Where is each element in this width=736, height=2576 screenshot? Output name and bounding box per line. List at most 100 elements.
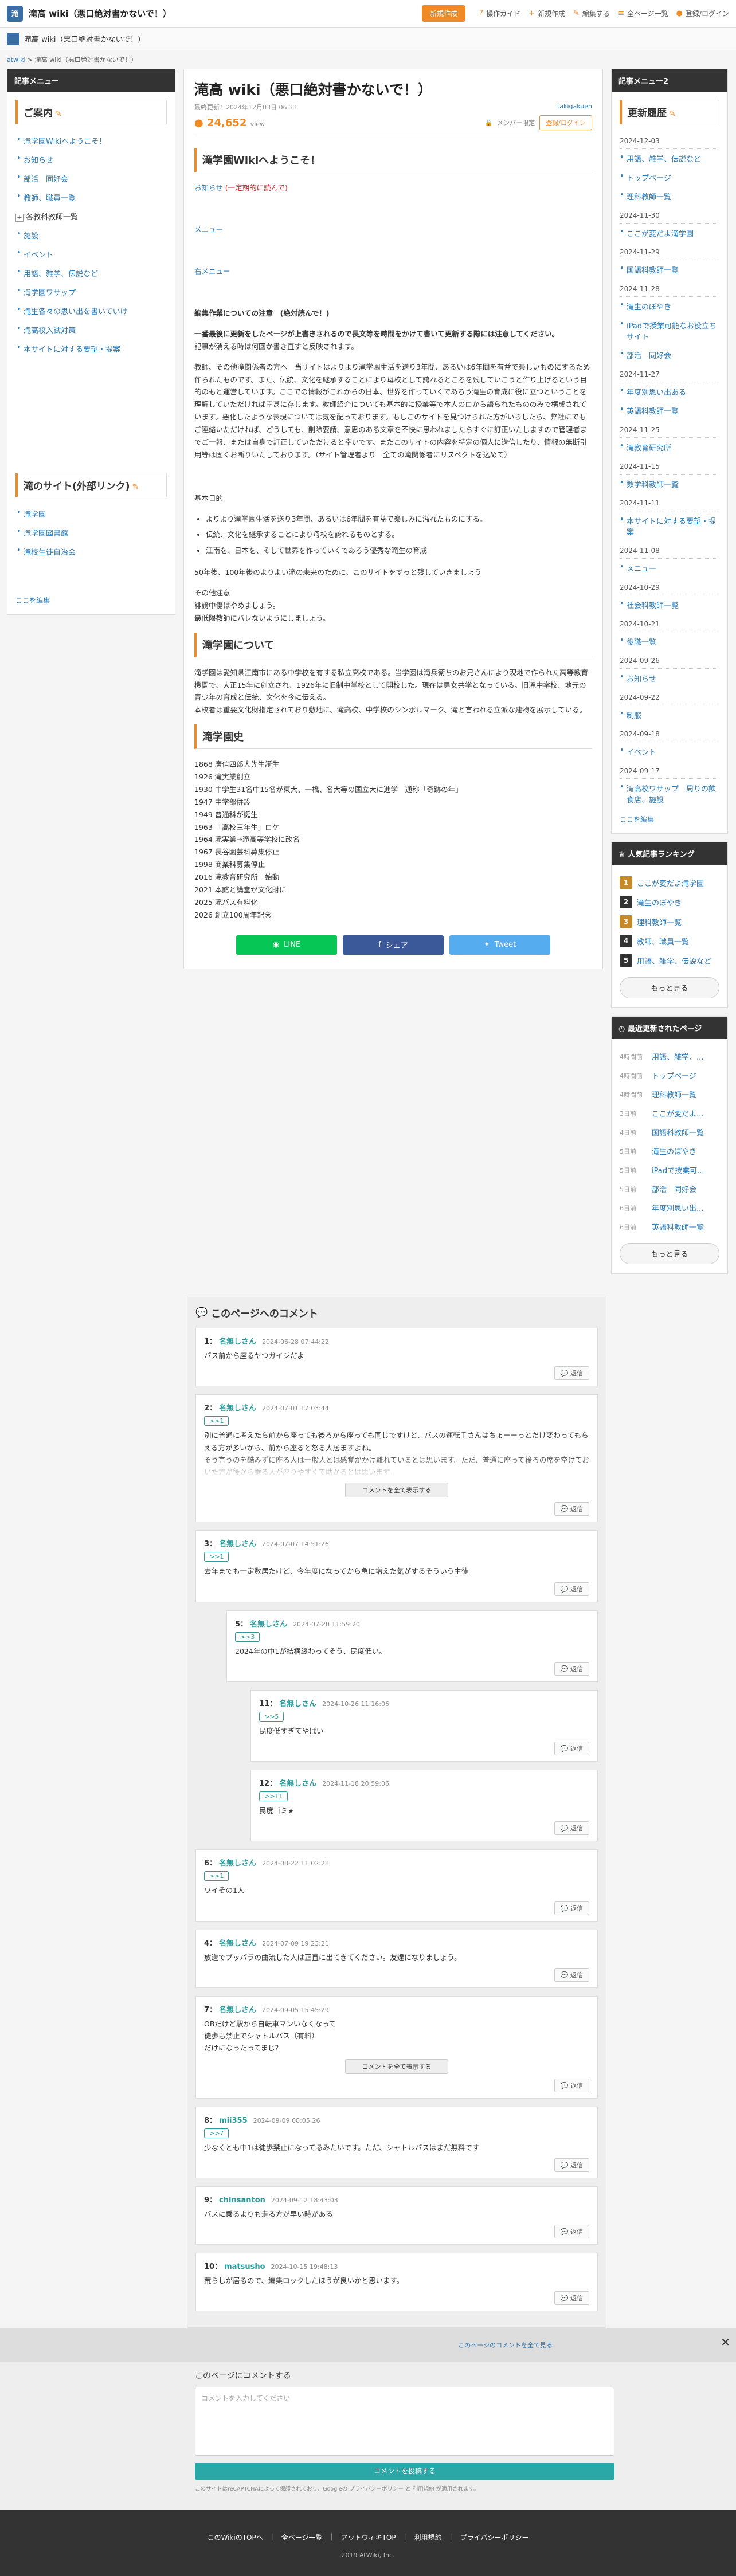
reply-button[interactable]: 💬 返信: [554, 1742, 589, 1755]
recent-item[interactable]: 4日前 国語科教師一覧: [620, 1123, 719, 1142]
login-button[interactable]: 登録/ログイン: [539, 115, 592, 130]
recent-item[interactable]: 5日前 iPadで授業可...: [620, 1160, 719, 1179]
update-page-link[interactable]: 役職一覧: [620, 632, 719, 651]
left-edit-link[interactable]: ここを編集: [15, 595, 167, 605]
ranking-item[interactable]: 3 理科教師一覧: [620, 912, 719, 931]
footer-link[interactable]: アットウィキTOP: [341, 2532, 396, 2542]
update-page-link[interactable]: トップページ: [620, 168, 719, 187]
recent-item[interactable]: 6日前 年度別思い出...: [620, 1198, 719, 1217]
site-title-small[interactable]: 滝高 wiki（悪口絶対書かないで！）: [24, 33, 729, 44]
comment-submit-button[interactable]: コメントを投稿する: [195, 2463, 614, 2480]
facebook-share-button[interactable]: f シェア: [343, 935, 444, 955]
site-title[interactable]: 滝高 wiki（悪口絶対書かないで！）: [29, 7, 422, 19]
update-page-link[interactable]: イベント: [620, 742, 719, 761]
update-page-link[interactable]: ここが変だよ滝学園: [620, 224, 719, 242]
update-page-link[interactable]: 年度別思い出ある: [620, 382, 719, 401]
nav-new[interactable]: + 新規作成: [528, 9, 565, 18]
update-page-link[interactable]: iPadで授業可能なお役立ちサイト: [620, 316, 719, 346]
update-page-link[interactable]: 部活 同好会: [620, 346, 719, 364]
footer-link[interactable]: プライバシーポリシー: [460, 2532, 529, 2542]
ranking-more-button[interactable]: もっと見る: [620, 977, 719, 998]
twitter-share-button[interactable]: ✦ Tweet: [449, 935, 550, 955]
ranking-item[interactable]: 4 教師、職員一覧: [620, 931, 719, 951]
recent-item[interactable]: 6日前 英語科教師一覧: [620, 1217, 719, 1236]
guide-item[interactable]: 滝学園ワサップ: [15, 283, 167, 301]
comment-author[interactable]: 名無しさん: [219, 1404, 256, 1413]
comment-reply-ref[interactable]: >>3: [235, 1632, 260, 1642]
menu-link[interactable]: メニュー: [194, 224, 592, 234]
comment-reply-ref[interactable]: >>5: [259, 1711, 284, 1722]
update-page-link[interactable]: 滝生のぼやき: [620, 297, 719, 316]
reply-button[interactable]: 💬 返信: [554, 1661, 589, 1676]
notice-link[interactable]: お知らせ: [194, 183, 223, 192]
recent-item[interactable]: 4時間前 トップページ: [620, 1066, 719, 1085]
footer-link[interactable]: このWikiのTOPへ: [208, 2532, 263, 2542]
site-logo[interactable]: 滝: [7, 5, 23, 22]
expand-icon[interactable]: +: [15, 214, 24, 222]
guide-item[interactable]: 滝生各々の思い出を書いていけ: [15, 301, 167, 320]
footer-link[interactable]: 全ページ一覧: [281, 2532, 323, 2542]
update-page-link[interactable]: 理科教師一覧: [620, 187, 719, 206]
ranking-item[interactable]: 2 滝生のぼやき: [620, 892, 719, 912]
reply-button[interactable]: 💬 返信: [554, 1366, 589, 1381]
pencil-icon[interactable]: ✎: [669, 109, 676, 119]
site-logo-small[interactable]: [7, 32, 19, 45]
right-menu-link[interactable]: 右メニュー: [194, 265, 592, 276]
reply-button[interactable]: 💬 返信: [554, 2158, 589, 2172]
comment-reply-ref[interactable]: >>1: [204, 1871, 229, 1881]
update-page-link[interactable]: 本サイトに対する要望・提案: [620, 511, 719, 541]
guide-item[interactable]: お知らせ: [15, 150, 167, 169]
update-page-link[interactable]: 制服: [620, 705, 719, 724]
comment-author[interactable]: 名無しさん: [279, 1779, 316, 1788]
reply-button[interactable]: 💬 返信: [554, 1502, 589, 1516]
ranking-item[interactable]: 1 ここが変だよ滝学園: [620, 873, 719, 892]
nav-login[interactable]: ● 登録/ログイン: [676, 9, 729, 18]
guide-item[interactable]: 教師、職員一覧: [15, 188, 167, 207]
update-page-link[interactable]: 滝教育研究所: [620, 438, 719, 457]
comment-reply-ref[interactable]: >>1: [204, 1416, 229, 1426]
recent-item[interactable]: 5日前 滝生のぼやき: [620, 1142, 719, 1160]
reply-button[interactable]: 💬 返信: [554, 1967, 589, 1982]
pencil-icon[interactable]: ✎: [55, 109, 62, 119]
pencil-icon[interactable]: ✎: [132, 483, 139, 492]
guide-item[interactable]: 部活 同好会: [15, 169, 167, 188]
reply-button[interactable]: 💬 返信: [554, 1582, 589, 1596]
guide-item[interactable]: 用語、雑学、伝説など: [15, 264, 167, 283]
recent-more-button[interactable]: もっと見る: [620, 1243, 719, 1264]
comment-author[interactable]: mii355: [219, 2116, 248, 2125]
new-page-button[interactable]: 新規作成: [422, 5, 466, 22]
recent-item[interactable]: 3日前 ここが変だよ...: [620, 1104, 719, 1123]
reply-button[interactable]: 💬 返信: [554, 2291, 589, 2306]
footer-link[interactable]: 利用規約: [414, 2532, 442, 2542]
recent-item[interactable]: 5日前 部活 同好会: [620, 1179, 719, 1198]
guide-item[interactable]: 滝高校入試対策: [15, 320, 167, 339]
comment-author[interactable]: 名無しさん: [219, 1859, 256, 1868]
nav-guide[interactable]: ? 操作ガイド: [479, 9, 520, 18]
update-page-link[interactable]: 数学科教師一覧: [620, 475, 719, 493]
line-share-button[interactable]: ◉ LINE: [236, 935, 337, 955]
nav-all-pages[interactable]: ≡ 全ページ一覧: [618, 9, 668, 18]
show-full-comment-button[interactable]: コメントを全て表示する: [345, 2059, 448, 2074]
recent-item[interactable]: 4時間前 理科教師一覧: [620, 1085, 719, 1104]
author-link[interactable]: takigakuen: [557, 103, 592, 112]
comment-author[interactable]: 名無しさん: [279, 1700, 316, 1708]
breadcrumb-atwiki[interactable]: atwiki: [7, 56, 26, 64]
reply-button[interactable]: 💬 返信: [554, 1901, 589, 1915]
close-icon[interactable]: ✕: [721, 2335, 730, 2349]
update-page-link[interactable]: 滝高校ワサップ 周りの飲食店、施設: [620, 779, 719, 809]
comment-author[interactable]: chinsanton: [219, 2196, 265, 2205]
comment-author[interactable]: 名無しさん: [219, 1540, 256, 1548]
guide-item[interactable]: 滝学園Wikiへようこそ！: [15, 131, 167, 150]
show-all-comments-link[interactable]: このページのコメントを全て見る: [458, 2340, 553, 2350]
recent-item[interactable]: 4時間前 用語、雑学、...: [620, 1047, 719, 1066]
nav-edit[interactable]: ✎ 編集する: [573, 9, 610, 18]
reply-button[interactable]: 💬 返信: [554, 1821, 589, 1836]
comment-reply-ref[interactable]: >>1: [204, 1552, 229, 1562]
link-item[interactable]: 滝校生徒自治会: [15, 542, 167, 561]
comment-author[interactable]: matsusho: [224, 2263, 265, 2271]
comment-reply-ref[interactable]: >>7: [204, 2128, 229, 2138]
guide-folder[interactable]: + 各教科教師一覧: [15, 207, 167, 226]
link-item[interactable]: 滝学園図書館: [15, 523, 167, 542]
guide-item[interactable]: 本サイトに対する要望・提案: [15, 339, 167, 358]
guide-item[interactable]: 施設: [15, 226, 167, 245]
